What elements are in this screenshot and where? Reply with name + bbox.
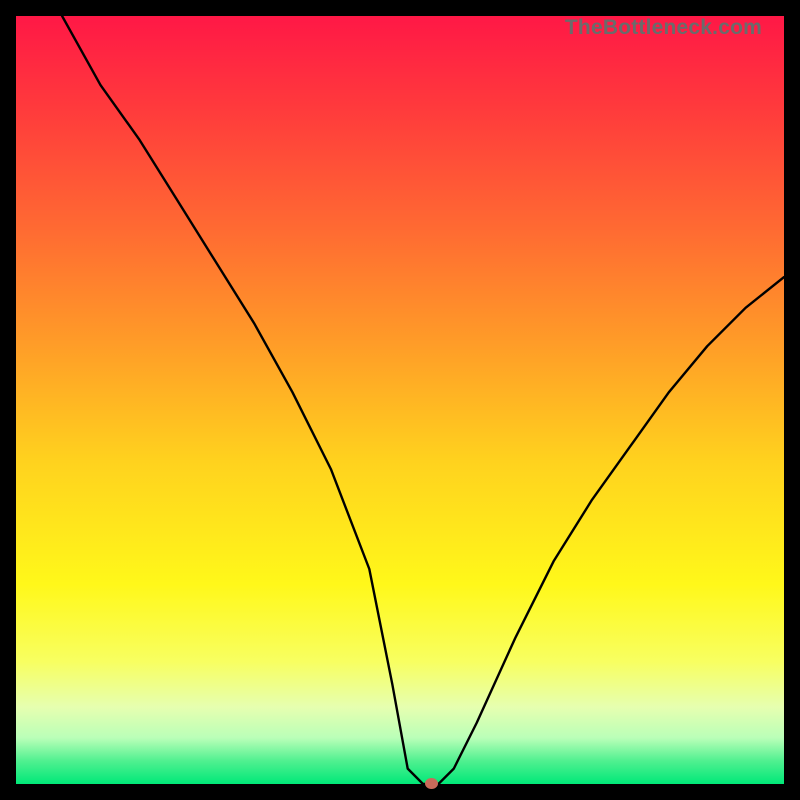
chart-frame: TheBottleneck.com [0, 0, 800, 800]
minimum-marker [425, 778, 438, 789]
plot-area: TheBottleneck.com [16, 16, 784, 784]
bottleneck-curve [16, 16, 784, 784]
